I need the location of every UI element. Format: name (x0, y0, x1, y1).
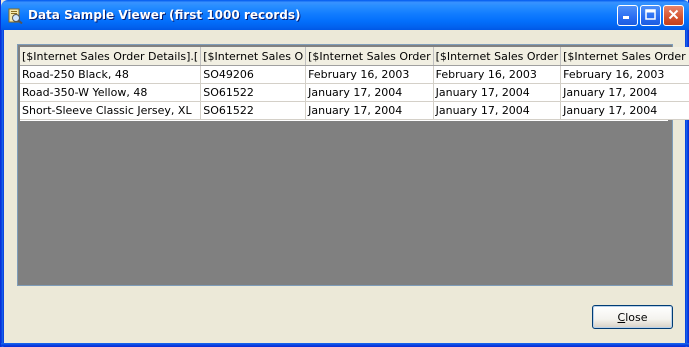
table-cell[interactable]: January 17, 2004 (305, 101, 434, 120)
data-table: [$Internet Sales Order Details].[ [$Inte… (20, 47, 689, 120)
table-cell[interactable]: January 17, 2004 (560, 101, 689, 120)
column-header[interactable]: [$Internet Sales Order (305, 47, 434, 66)
close-button[interactable]: Close (592, 305, 673, 329)
table-cell[interactable]: SO61522 (200, 83, 307, 102)
table-cell[interactable]: January 17, 2004 (433, 83, 562, 102)
table-cell[interactable]: SO49206 (200, 65, 307, 84)
window-frame-left (1, 30, 4, 347)
table-cell[interactable]: January 17, 2004 (305, 83, 434, 102)
column-header[interactable]: [$Internet Sales O (200, 47, 307, 66)
column-header[interactable]: [$Internet Sales Order (433, 47, 562, 66)
table-cell[interactable]: SO61522 (200, 101, 307, 120)
column-header[interactable]: [$Internet Sales Order Details].[ (20, 47, 202, 66)
title-bar[interactable]: Data Sample Viewer (first 1000 records) (1, 0, 689, 30)
table-row[interactable]: Road-250 Black, 48 SO49206 February 16, … (20, 65, 689, 84)
table-cell[interactable]: January 17, 2004 (433, 101, 562, 120)
table-cell[interactable]: January 17, 2004 (560, 83, 689, 102)
table-row[interactable]: Short-Sleeve Classic Jersey, XL SO61522 … (20, 101, 689, 120)
data-grid[interactable]: [$Internet Sales Order Details].[ [$Inte… (17, 44, 689, 286)
table-cell[interactable]: February 16, 2003 (433, 65, 562, 84)
minimize-button[interactable] (617, 5, 638, 26)
maximize-icon (645, 8, 656, 23)
data-grid-content: [$Internet Sales Order Details].[ [$Inte… (20, 47, 689, 121)
close-window-button[interactable] (663, 5, 684, 26)
window-title: Data Sample Viewer (first 1000 records) (28, 8, 301, 22)
table-cell[interactable]: February 16, 2003 (305, 65, 434, 84)
table-cell[interactable]: Short-Sleeve Classic Jersey, XL (20, 101, 202, 120)
table-cell[interactable]: February 16, 2003 (560, 65, 689, 84)
header-row: [$Internet Sales Order Details].[ [$Inte… (20, 47, 689, 66)
close-icon (668, 9, 679, 23)
table-row[interactable]: Road-350-W Yellow, 48 SO61522 January 17… (20, 83, 689, 102)
dialog-window: Data Sample Viewer (first 1000 records) (0, 0, 689, 347)
maximize-button[interactable] (640, 5, 661, 26)
table-cell[interactable]: Road-350-W Yellow, 48 (20, 83, 202, 102)
app-icon (7, 8, 23, 25)
window-frame-bottom (1, 343, 689, 346)
table-cell[interactable]: Road-250 Black, 48 (20, 65, 202, 84)
minimize-icon (622, 9, 633, 23)
column-header[interactable]: [$Internet Sales Order D (560, 47, 689, 66)
close-button-label: Close (617, 310, 648, 324)
